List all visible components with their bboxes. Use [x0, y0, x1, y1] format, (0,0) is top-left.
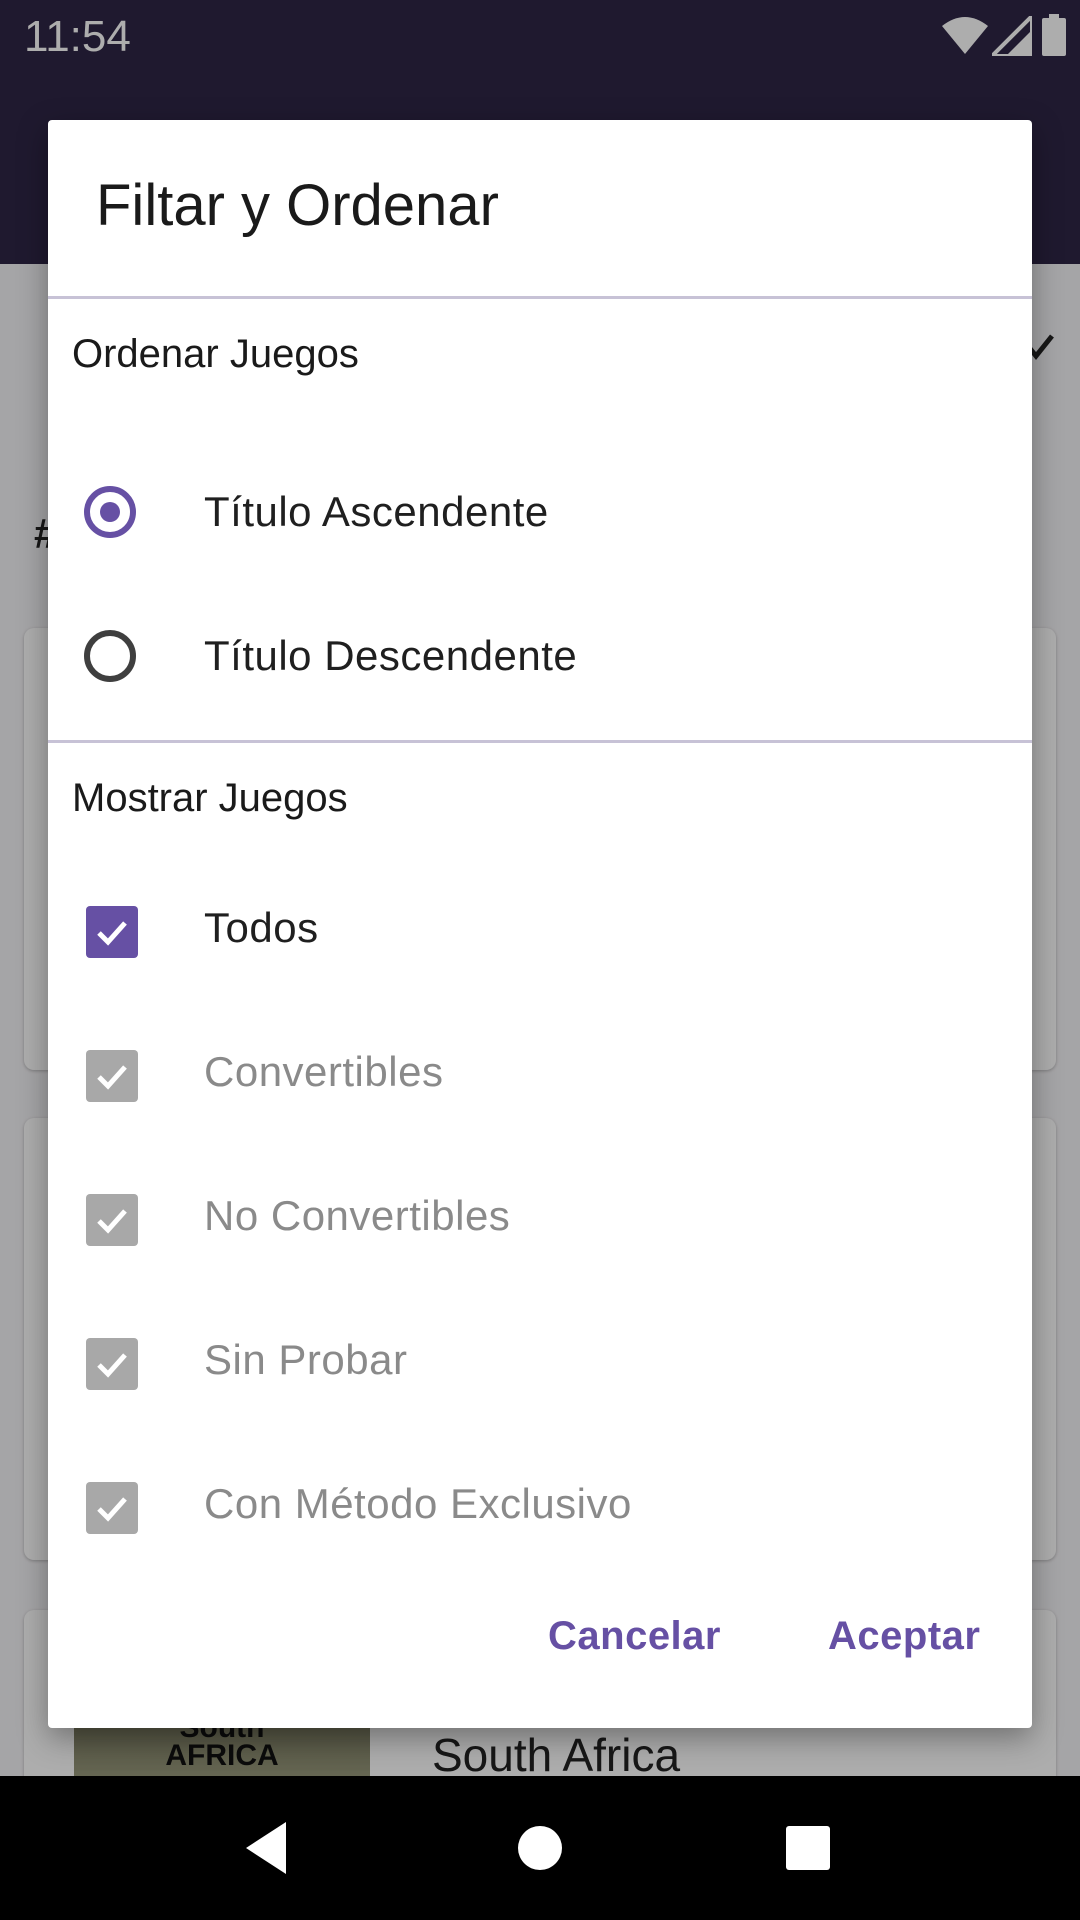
checkbox-checked-disabled-icon: [86, 1050, 138, 1102]
checkbox-label: Con Método Exclusivo: [204, 1480, 632, 1527]
dialog-title: Filtar y Ordenar: [96, 173, 499, 238]
radio-selected-icon[interactable]: [84, 486, 136, 538]
checkbox-label: Convertibles: [204, 1048, 444, 1095]
radio-unselected-icon[interactable]: [84, 630, 136, 682]
system-nav-bar: [0, 1776, 1080, 1920]
divider: [48, 296, 1032, 299]
accept-button[interactable]: Aceptar: [828, 1586, 980, 1686]
radio-title-descending[interactable]: Título Descendente: [84, 608, 984, 704]
filter-sort-dialog: Filtar y Ordenar Ordenar Juegos Título A…: [48, 120, 1032, 1728]
divider: [48, 740, 1032, 743]
checkbox-all[interactable]: Todos: [84, 880, 984, 976]
radio-dot: [100, 502, 120, 522]
checkbox-label: Todos: [204, 904, 319, 951]
radio-title-ascending[interactable]: Título Ascendente: [84, 464, 984, 560]
sort-section-label: Ordenar Juegos: [72, 332, 359, 376]
show-section-label: Mostrar Juegos: [72, 776, 348, 820]
checkbox-exclusive-method: Con Método Exclusivo: [84, 1456, 984, 1552]
cancel-button[interactable]: Cancelar: [548, 1586, 721, 1686]
checkbox-checked-disabled-icon: [86, 1338, 138, 1390]
checkbox-checked-icon[interactable]: [86, 906, 138, 958]
checkbox-checked-disabled-icon: [86, 1482, 138, 1534]
checkbox-label: Sin Probar: [204, 1336, 408, 1383]
checkbox-non-convertibles: No Convertibles: [84, 1168, 984, 1264]
home-icon[interactable]: [508, 1816, 572, 1880]
checkbox-label: No Convertibles: [204, 1192, 511, 1239]
checkbox-list[interactable]: Todos Convertibles No Convertibles Sin P…: [48, 880, 1032, 1632]
radio-label: Título Ascendente: [204, 488, 549, 535]
radio-label: Título Descendente: [204, 632, 578, 679]
checkbox-untested: Sin Probar: [84, 1312, 984, 1408]
checkbox-checked-disabled-icon: [86, 1194, 138, 1246]
back-icon[interactable]: [240, 1816, 304, 1880]
dialog-actions: Cancelar Aceptar: [48, 1586, 1032, 1686]
checkbox-convertibles: Convertibles: [84, 1024, 984, 1120]
recents-icon[interactable]: [776, 1816, 840, 1880]
